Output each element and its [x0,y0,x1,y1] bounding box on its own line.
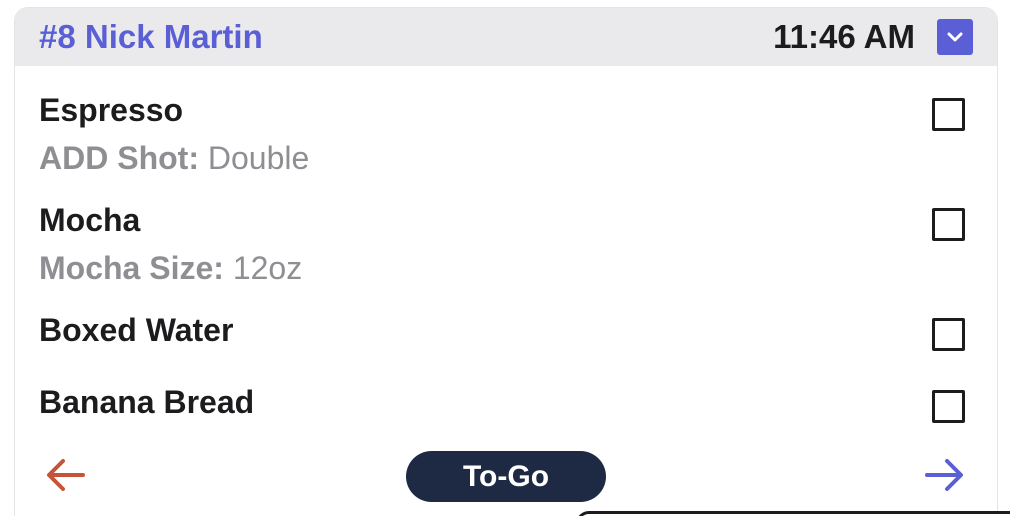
item-checkbox[interactable] [932,98,965,131]
collapse-button[interactable] [937,19,973,55]
next-order-card-edge [576,511,1010,516]
item-name: Banana Bread [39,384,255,420]
ticket-screen: #8 Nick Martin 11:46 AM Espresso ADD Sho… [0,0,1010,516]
chevron-down-icon [947,32,963,42]
item-name: Espresso [39,92,184,128]
item-modifier: ADD Shot: Double [39,140,309,177]
modifier-value: Double [198,140,310,176]
modifier-value: 12oz [223,250,303,286]
item-name: Mocha [39,202,141,238]
modifier-label: ADD Shot: [39,140,199,176]
arrow-right-icon [925,459,963,491]
order-card: #8 Nick Martin 11:46 AM Espresso ADD Sho… [14,7,998,516]
next-button[interactable] [919,450,969,500]
order-header: #8 Nick Martin 11:46 AM [15,8,997,66]
item-checkbox[interactable] [932,390,965,423]
order-time: 11:46 AM [773,18,915,55]
modifier-label: Mocha Size: [39,250,224,286]
order-title: #8 Nick Martin [39,18,263,55]
item-checkbox[interactable] [932,208,965,241]
item-checkbox[interactable] [932,318,965,351]
item-modifier: Mocha Size: 12oz [39,250,302,287]
arrow-left-icon [47,459,85,491]
item-name: Boxed Water [39,312,234,348]
order-type-button[interactable]: To-Go [406,451,606,502]
previous-button[interactable] [41,450,91,500]
